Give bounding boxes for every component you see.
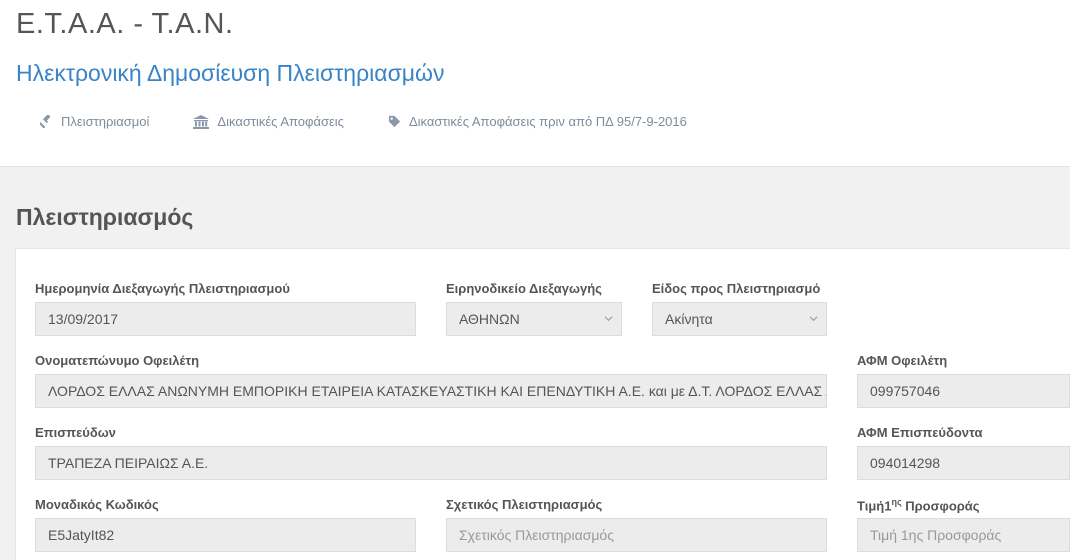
auction-date-field[interactable]: 13/09/2017 [35, 302, 416, 336]
pursuer-vat-field[interactable]: 094014298 [857, 446, 1070, 480]
gavel-icon [40, 115, 53, 128]
nav-item-court-decisions[interactable]: Δικαστικές Αποφάσεις [193, 114, 344, 129]
nav-label-older-court-decisions: Δικαστικές Αποφάσεις πριν από ΠΔ 95/7-9-… [408, 114, 687, 129]
bank-icon [193, 114, 210, 129]
first-bid-label-sup: ης [891, 497, 902, 507]
first-bid-price-label: Τιμή1ης Προσφοράς [857, 497, 980, 513]
nav-item-auctions[interactable]: Πλειστηριασμοί [40, 114, 149, 129]
item-type-select-value: Ακίνητα [665, 311, 713, 327]
first-bid-label-tail: Προσφοράς [901, 498, 980, 514]
court-label: Ειρηνοδικείο Διεξαγωγής [446, 281, 602, 296]
unique-code-label: Μοναδικός Κωδικός [35, 497, 159, 512]
first-bid-price-field[interactable]: Τιμή 1ης Προσφοράς [857, 518, 1070, 552]
debtor-vat-label: ΑΦΜ Οφειλέτη [857, 353, 948, 368]
nav-item-older-court-decisions[interactable]: Δικαστικές Αποφάσεις πριν από ΠΔ 95/7-9-… [388, 114, 687, 129]
debtor-vat-field[interactable]: 099757046 [857, 374, 1070, 408]
court-select-value: ΑΘΗΝΩΝ [459, 311, 520, 327]
related-auction-field[interactable]: Σχετικός Πλειστηριασμός [446, 518, 827, 552]
item-type-label: Είδος προς Πλειστηριασμό [652, 281, 821, 296]
chevron-down-icon [809, 316, 818, 322]
section-title: Πλειστηριασμός [16, 204, 194, 230]
first-bid-label-main: Τιμή1 [857, 498, 892, 514]
related-auction-label: Σχετικός Πλειστηριασμός [446, 497, 603, 512]
site-subtitle[interactable]: Ηλεκτρονική Δημοσίευση Πλειστηριασμών [16, 60, 445, 87]
pursuer-vat-label: ΑΦΜ Επισπεύδοντα [857, 425, 983, 440]
pursuer-label: Επισπεύδων [35, 425, 116, 440]
unique-code-field[interactable]: E5JatyIt82 [35, 518, 416, 552]
debtor-name-field[interactable]: ΛΟΡΔΟΣ ΕΛΛΑΣ ΑΝΩΝΥΜΗ ΕΜΠΟΡΙΚΗ ΕΤΑΙΡΕΙΑ Κ… [35, 374, 827, 408]
auction-date-label: Ημερομηνία Διεξαγωγής Πλειστηριασμού [35, 281, 290, 296]
item-type-select[interactable]: Ακίνητα [652, 302, 827, 336]
court-select[interactable]: ΑΘΗΝΩΝ [446, 302, 622, 336]
org-title: Ε.Τ.Α.Α. - Τ.Α.Ν. [16, 8, 234, 40]
nav-label-court-decisions: Δικαστικές Αποφάσεις [217, 114, 344, 129]
chevron-down-icon [604, 316, 613, 322]
debtor-name-label: Ονοματεπώνυμο Οφειλέτη [35, 353, 200, 368]
main-nav: Πλειστηριασμοί Δικαστικές Αποφάσεις Δικα… [40, 114, 687, 129]
nav-label-auctions: Πλειστηριασμοί [61, 114, 150, 129]
site-header: Ε.Τ.Α.Α. - Τ.Α.Ν. Ηλεκτρονική Δημοσίευση… [0, 0, 1070, 166]
pursuer-field[interactable]: ΤΡΑΠΕΖΑ ΠΕΙΡΑΙΩΣ Α.Ε. [35, 446, 827, 480]
tag-icon [388, 115, 401, 128]
